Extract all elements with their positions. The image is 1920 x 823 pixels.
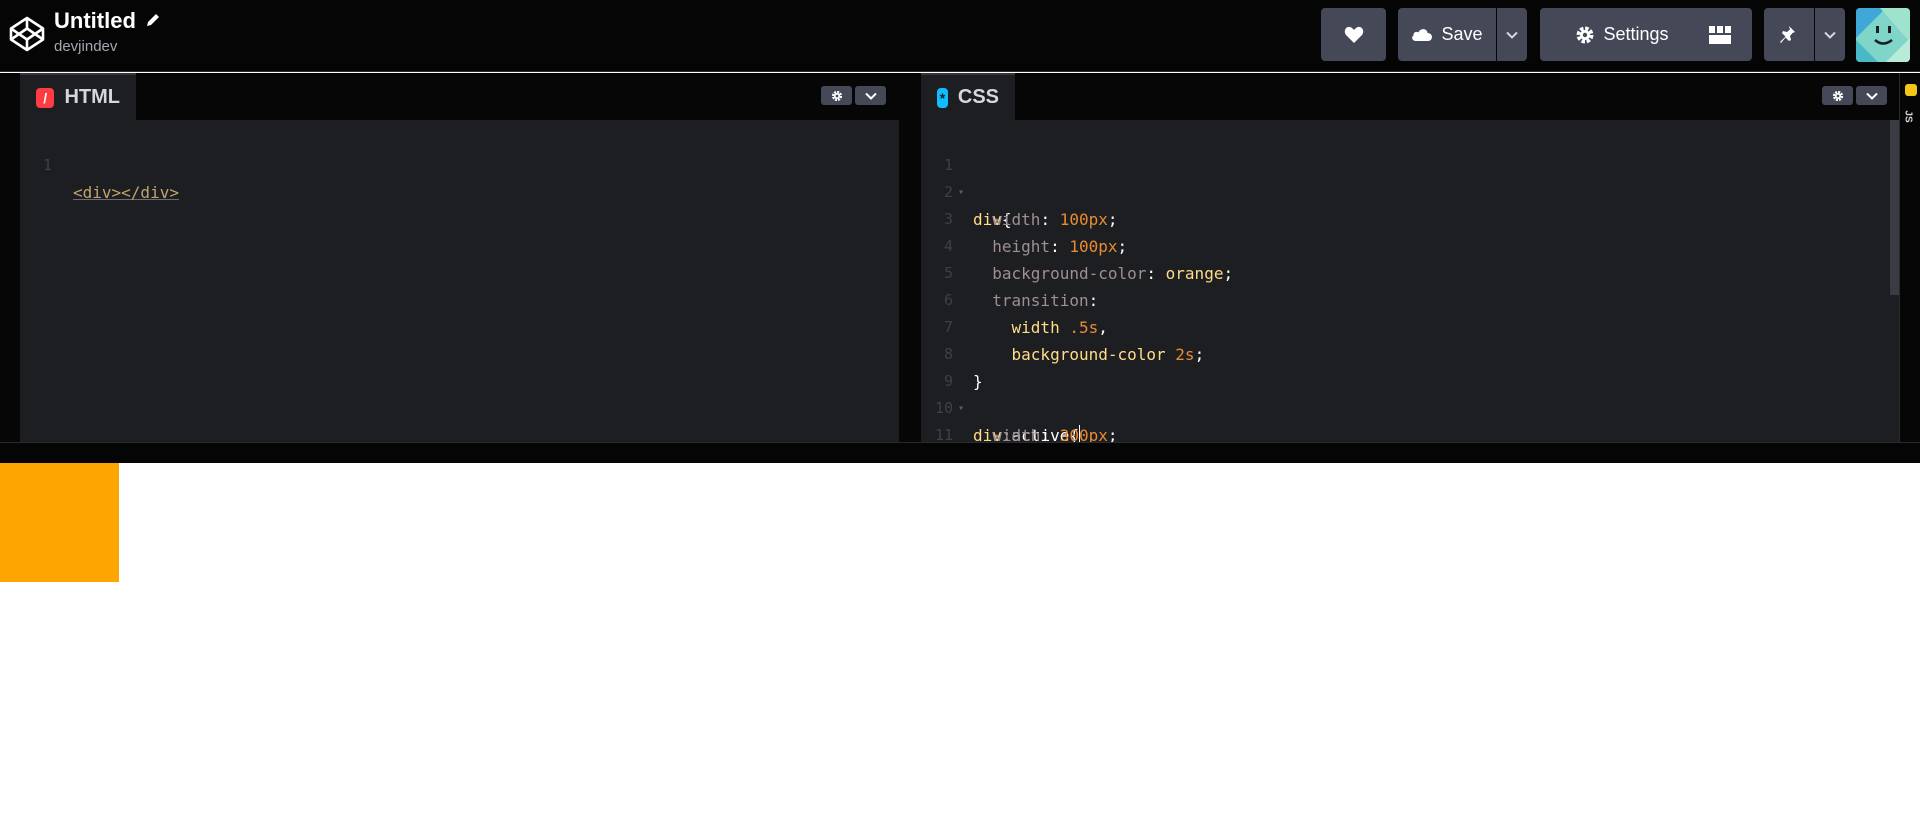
code-line: 2 width: 100px; (921, 152, 1899, 229)
html-editor-pane: / HTML 1 <div></div> (20, 73, 899, 442)
preview-resize-bar[interactable] (0, 442, 1920, 463)
code-text: <div></div> (73, 183, 179, 202)
settings-button[interactable]: Settings (1540, 8, 1704, 61)
pin-options-button[interactable] (1815, 8, 1845, 61)
html-tab-label: HTML (64, 86, 120, 108)
editor-area: / HTML 1 <div></div> * CSS 1 ▾ div{2 wi… (0, 73, 1920, 442)
tab-html[interactable]: / HTML (20, 73, 136, 120)
preview-orange-box[interactable] (0, 463, 119, 582)
gear-icon (1832, 90, 1843, 101)
line-number: 1 (42, 156, 52, 174)
pin-icon (1780, 25, 1795, 43)
cloud-icon (1412, 29, 1433, 41)
code-line: 12 } (921, 422, 1899, 442)
save-options-button[interactable] (1497, 8, 1527, 61)
love-button[interactable] (1321, 8, 1386, 61)
js-icon (1905, 84, 1917, 96)
save-label: Save (1441, 24, 1483, 44)
css-asterisk-icon: * (937, 87, 948, 108)
html-slash-icon: / (36, 87, 55, 108)
code-line: 11 background-color: royalblue; (921, 395, 1899, 442)
css-editor-pane: * CSS 1 ▾ div{2 width: 100px; 3 height:… (921, 73, 1900, 442)
code-line: 6 width .5s, (921, 260, 1899, 337)
author-username[interactable]: devjindev (54, 38, 162, 55)
change-view-button[interactable] (1687, 8, 1752, 61)
css-editor-options-button[interactable] (1856, 86, 1887, 105)
html-code-editor[interactable]: 1 <div></div> (20, 120, 899, 442)
gear-icon (1576, 26, 1594, 43)
pen-title[interactable]: Untitled (54, 6, 136, 36)
top-header: Untitled devjindev Save Settings (0, 0, 1920, 72)
heart-icon (1344, 26, 1363, 43)
js-tab-label: JS (1902, 110, 1914, 123)
code-line: 5 transition: (921, 233, 1899, 310)
html-pane-header: / HTML (20, 73, 899, 120)
code-line: 9 ▾ div:active{ (921, 341, 1899, 442)
codepen-logo-icon[interactable] (8, 15, 46, 53)
code-line: 4 background-color: orange; (921, 206, 1899, 283)
html-editor-options-button[interactable] (855, 86, 886, 105)
pin-button[interactable] (1764, 8, 1814, 61)
settings-label: Settings (1603, 24, 1669, 44)
edit-pencil-icon[interactable] (144, 11, 162, 29)
code-line: 3 height: 100px; (921, 179, 1899, 256)
chevron-down-icon (864, 92, 877, 100)
css-code-editor[interactable]: 1 ▾ div{ 2 width: 100px; 3 height: 100px… (921, 120, 1899, 442)
js-editor-collapsed-pane[interactable]: JS (1899, 73, 1920, 442)
css-editor-settings-button[interactable] (1822, 86, 1853, 105)
code-line: 10 width: 300px; (921, 368, 1899, 442)
chevron-down-icon (1824, 31, 1836, 39)
tab-css[interactable]: * CSS (921, 73, 1015, 120)
pen-title-block: Untitled devjindev (54, 6, 162, 55)
save-button[interactable]: Save (1398, 8, 1496, 61)
chevron-down-icon (1865, 92, 1878, 100)
avatar-image (1856, 8, 1910, 62)
css-pane-header: * CSS (921, 73, 1899, 120)
css-tab-label: CSS (957, 86, 999, 108)
code-line: 7 background-color 2s; (921, 287, 1899, 364)
result-preview (0, 463, 1920, 823)
html-editor-settings-button[interactable] (821, 86, 852, 105)
code-line: 1 ▾ div{ (921, 125, 1899, 229)
gear-icon (831, 90, 842, 101)
code-line: 8 } (921, 314, 1899, 391)
chevron-down-icon (1506, 31, 1518, 39)
code-line: 1 <div></div> (20, 125, 899, 202)
user-avatar[interactable] (1856, 8, 1910, 62)
layout-icon (1708, 25, 1731, 44)
pane-resize-handle[interactable] (899, 73, 921, 442)
